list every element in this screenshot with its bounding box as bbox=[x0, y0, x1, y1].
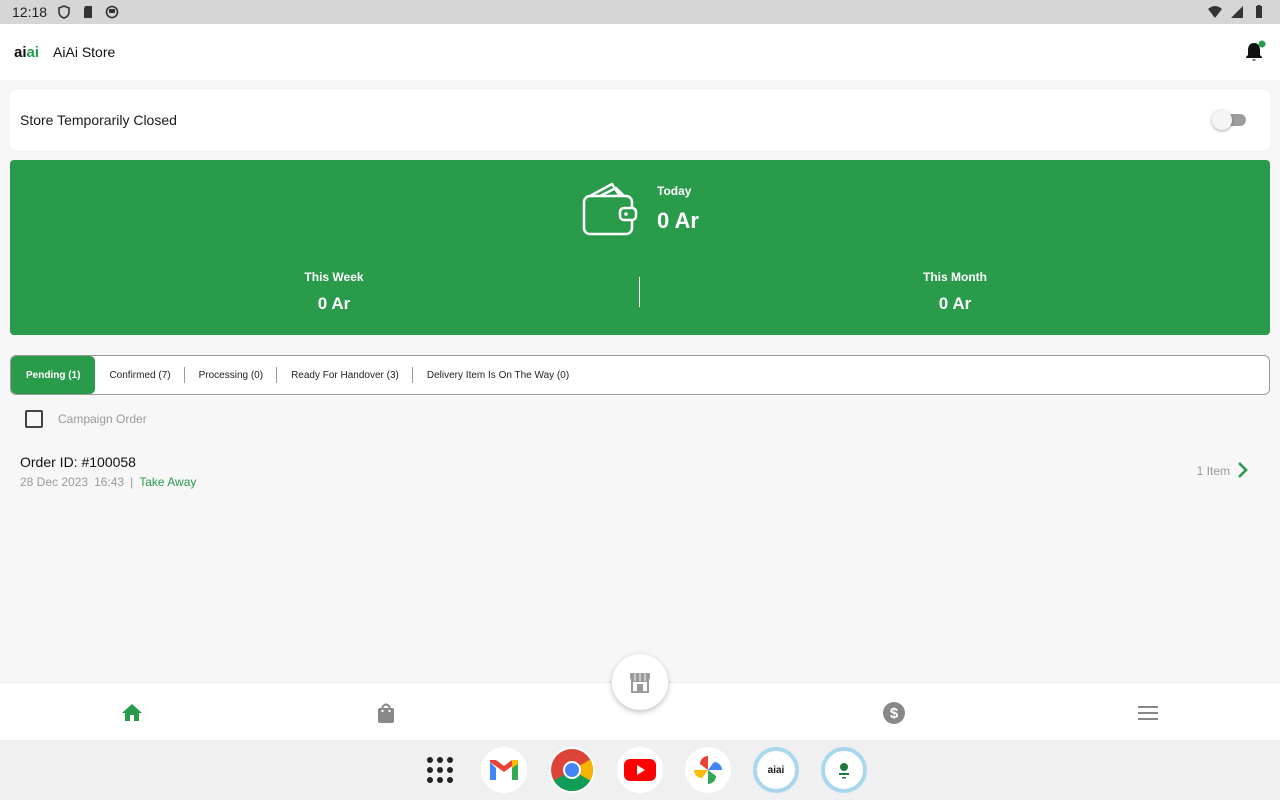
store-pin-icon bbox=[839, 763, 849, 779]
wallet-icon bbox=[582, 182, 638, 236]
app-drawer-icon[interactable] bbox=[417, 747, 463, 793]
store-fab-button[interactable] bbox=[612, 654, 668, 710]
gmail-icon[interactable] bbox=[481, 747, 527, 793]
campaign-order-label: Campaign Order bbox=[58, 412, 147, 426]
system-dock: aiai bbox=[0, 740, 1280, 800]
logo-text-dark: ai bbox=[14, 43, 27, 61]
order-item-count: 1 Item bbox=[1196, 464, 1230, 478]
earnings-card: Today 0 Ar This Week 0 Ar This Month 0 A… bbox=[10, 160, 1270, 335]
store-closed-label: Store Temporarily Closed bbox=[20, 112, 177, 128]
chevron-right-icon[interactable] bbox=[1236, 461, 1250, 479]
tab-pending[interactable]: Pending (1) bbox=[11, 356, 96, 394]
order-row[interactable]: Order ID: #100058 28 Dec 2023 16:43 | Ta… bbox=[0, 445, 1280, 497]
signal-icon bbox=[1231, 6, 1243, 18]
tab-ready-for-handover[interactable]: Ready For Handover (3) bbox=[277, 356, 413, 394]
status-bar: 12:18 bbox=[0, 0, 1280, 24]
page-title: AiAi Store bbox=[53, 44, 116, 60]
campaign-order-filter[interactable]: Campaign Order bbox=[25, 410, 147, 428]
app-grid-icon bbox=[427, 757, 453, 783]
aiai-app-icon[interactable]: aiai bbox=[753, 747, 799, 793]
today-label: Today bbox=[657, 184, 692, 198]
month-label: This Month bbox=[923, 270, 987, 284]
sync-icon bbox=[105, 5, 119, 19]
app-bar: ai ai AiAi Store bbox=[0, 24, 1280, 80]
order-meta: 28 Dec 2023 16:43 | Take Away bbox=[20, 475, 196, 489]
youtube-icon[interactable] bbox=[617, 747, 663, 793]
battery-icon bbox=[1256, 5, 1262, 18]
order-time: 16:43 bbox=[94, 475, 125, 489]
campaign-order-checkbox[interactable] bbox=[25, 410, 43, 428]
week-label: This Week bbox=[304, 270, 364, 284]
tab-delivery-on-the-way[interactable]: Delivery Item Is On The Way (0) bbox=[413, 356, 583, 394]
sd-card-icon bbox=[84, 6, 93, 18]
clock: 12:18 bbox=[12, 4, 48, 20]
today-earnings-value: 0 Ar bbox=[657, 208, 699, 233]
tab-processing[interactable]: Processing (0) bbox=[185, 356, 278, 394]
order-meta-separator: | bbox=[130, 475, 134, 489]
store-closed-toggle[interactable] bbox=[1212, 110, 1248, 130]
aiai-logo: ai ai bbox=[14, 44, 39, 61]
aiai-store-app-icon[interactable] bbox=[821, 747, 867, 793]
store-closed-card: Store Temporarily Closed bbox=[10, 90, 1270, 150]
store-icon bbox=[630, 673, 650, 693]
menu-icon[interactable] bbox=[1136, 701, 1160, 725]
dollar-icon[interactable]: $ bbox=[882, 701, 906, 725]
wifi-icon bbox=[1208, 6, 1222, 18]
logo-text-green: ai bbox=[26, 43, 40, 61]
week-earnings-value: 0 Ar bbox=[317, 294, 351, 313]
shield-icon bbox=[58, 5, 70, 19]
order-id: Order ID: #100058 bbox=[20, 454, 136, 470]
chrome-icon[interactable] bbox=[549, 747, 595, 793]
order-status-tabs: Pending (1) Confirmed (7) Processing (0)… bbox=[10, 355, 1270, 395]
aiai-app-label: aiai bbox=[767, 764, 785, 776]
order-date: 28 Dec 2023 bbox=[20, 475, 89, 489]
photos-icon[interactable] bbox=[685, 747, 731, 793]
svg-text:$: $ bbox=[890, 705, 899, 722]
shopping-bag-icon[interactable] bbox=[374, 701, 398, 725]
tab-confirmed[interactable]: Confirmed (7) bbox=[95, 356, 185, 394]
order-type: Take Away bbox=[139, 475, 197, 489]
month-earnings-value: 0 Ar bbox=[938, 294, 972, 313]
home-icon[interactable] bbox=[120, 701, 144, 725]
notification-bell-icon[interactable] bbox=[1242, 40, 1266, 64]
